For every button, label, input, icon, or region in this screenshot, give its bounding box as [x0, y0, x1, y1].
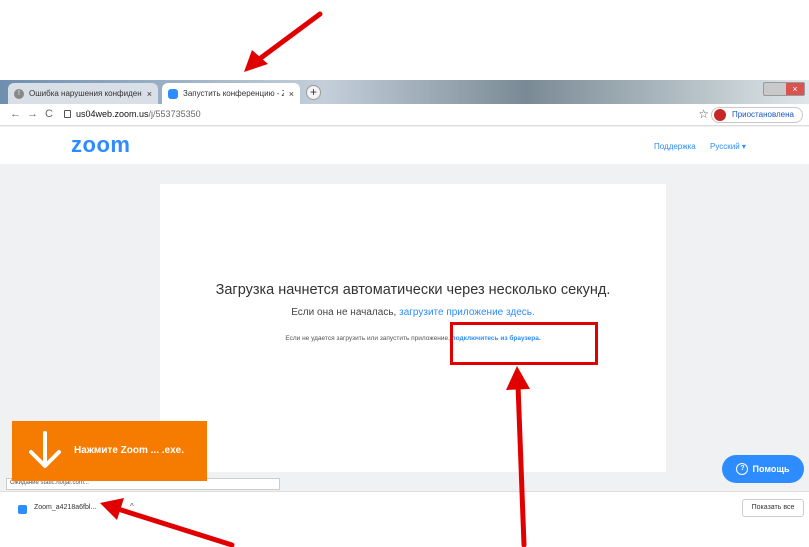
instruction-overlay: Нажмите Zoom ... .exe. [12, 421, 207, 481]
screenshot-stage: ! Ошибка нарушения конфиден... × Запусти… [0, 0, 809, 547]
download-hint: Если она не началась, загрузите приложен… [160, 307, 666, 318]
zoom-file-icon [18, 505, 27, 514]
back-button[interactable]: ← [10, 108, 21, 120]
zoom-icon [168, 88, 178, 99]
address-bar[interactable]: us04web.zoom.us/j/553735350 [76, 109, 201, 119]
page-title: Загрузка начнется автоматически через не… [215, 282, 611, 298]
download-filename[interactable]: Zoom_a4218a6fbl... [34, 504, 96, 511]
avatar [713, 109, 726, 121]
language-selector[interactable]: Русский ▾ [710, 142, 746, 151]
new-tab-button[interactable]: + [306, 85, 321, 100]
close-icon[interactable]: × [289, 89, 294, 99]
zoom-header: zoom Поддержка Русский ▾ [0, 127, 809, 164]
download-bar: Zoom_a4218a6fbl... ^ Показать все [0, 491, 809, 547]
overlay-text: Нажмите Zoom ... .exe. [74, 445, 185, 456]
url-path: /j/553735350 [148, 109, 201, 119]
browser-toolbar: ← → C us04web.zoom.us/j/553735350 ☆ Прио… [0, 104, 809, 126]
support-link[interactable]: Поддержка [654, 142, 696, 151]
browser-join-text: Если не удается загрузить или запустить … [285, 335, 450, 342]
tab-launch-meeting[interactable]: Запустить конференцию - Zoo... × [162, 83, 300, 104]
download-app-link[interactable]: загрузите приложение здесь. [399, 307, 535, 318]
reload-button[interactable]: C [45, 108, 53, 120]
lock-icon [64, 110, 71, 118]
zoom-logo[interactable]: zoom [71, 132, 130, 158]
tab-bar: ! Ошибка нарушения конфиден... × Запусти… [0, 80, 809, 104]
tab-label: Ошибка нарушения конфиден... [29, 89, 142, 98]
annotation-highlight-box [450, 322, 598, 365]
profile-button[interactable]: Приостановлена [710, 107, 803, 123]
question-icon: ? [736, 463, 749, 475]
bookmark-star-icon[interactable]: ☆ [698, 107, 709, 121]
forward-button[interactable]: → [27, 108, 38, 120]
arrow-to-tab [244, 11, 323, 72]
show-all-button[interactable]: Показать все [742, 499, 804, 517]
close-window-icon[interactable]: × [786, 83, 804, 95]
download-hint-text: Если она не началась, [291, 307, 397, 318]
help-button[interactable]: ? Помощь [722, 455, 804, 483]
help-label: Помощь [752, 464, 790, 474]
chevron-up-icon[interactable]: ^ [130, 502, 134, 511]
tab-privacy-error[interactable]: ! Ошибка нарушения конфиден... × [8, 83, 158, 104]
profile-label: Приостановлена [731, 110, 794, 119]
close-icon[interactable]: × [147, 89, 152, 99]
url-host: us04web.zoom.us [76, 109, 149, 119]
window-controls[interactable]: × [763, 82, 805, 96]
warning-icon: ! [14, 88, 24, 99]
arrow-down-icon [29, 431, 61, 468]
tab-label: Запустить конференцию - Zoo... [183, 89, 284, 98]
